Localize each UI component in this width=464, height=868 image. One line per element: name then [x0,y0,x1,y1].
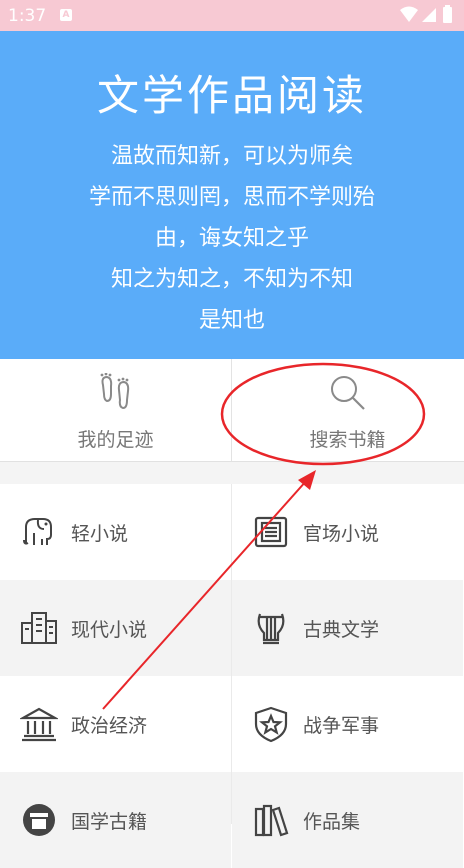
category-collected-works[interactable]: 作品集 [232,772,463,868]
category-label: 战争军事 [303,715,380,737]
document-frame-icon [254,516,288,548]
search-icon [330,376,365,410]
government-building-icon [20,707,58,742]
notification-icon: A [60,9,72,21]
lyre-icon [257,613,285,645]
header-quote-line-1: 温故而知新，可以为师矣 [110,144,353,169]
category-modern-novel[interactable]: 现代小说 [0,580,231,676]
books-icon [254,804,289,837]
header-quote-line-2: 学而不思则罔，思而不学则殆 [88,185,375,210]
star-shield-icon [254,706,288,743]
category-label: 现代小说 [71,619,148,641]
category-label: 轻小说 [71,523,129,545]
scholar-icon [23,804,55,836]
grid-divider [231,484,232,824]
page-title: 文学作品阅读 [96,71,367,120]
category-light-novel[interactable]: 轻小说 [0,484,231,580]
search-books-label: 搜索书籍 [309,429,386,451]
category-officialdom-novel[interactable]: 官场小说 [232,484,463,580]
footprints-icon [100,373,129,410]
category-label: 古典文学 [303,619,380,641]
category-war-military[interactable]: 战争军事 [232,676,463,772]
my-footprints-button[interactable]: 我的足迹 [0,359,231,461]
my-footprints-label: 我的足迹 [77,429,154,451]
category-label: 作品集 [303,811,361,833]
category-label: 国学古籍 [71,811,148,833]
header-quote-line-3: 由，诲女知之乎 [154,226,309,251]
header-quote-line-5: 是知也 [198,308,265,333]
header-banner: 文学作品阅读 温故而知新，可以为师矣 学而不思则罔，思而不学则殆 由，诲女知之乎… [0,31,464,359]
category-label: 政治经济 [71,715,148,737]
status-bar: 1:37 A [0,0,464,31]
category-politics-economy[interactable]: 政治经济 [0,676,231,772]
header-quote-line-4: 知之为知之，不知为不知 [110,267,353,292]
section-gap [0,462,464,484]
search-books-button[interactable]: 搜索书籍 [232,359,463,461]
category-label: 官场小说 [303,523,380,545]
signal-icon [422,8,436,22]
status-icons [400,5,452,23]
category-classical-literature[interactable]: 古典文学 [232,580,463,676]
wifi-icon [400,6,418,22]
battery-icon [443,7,452,23]
elephant-icon [23,518,52,545]
status-time: 1:37 [8,6,47,26]
buildings-icon [21,612,57,644]
category-chinese-classics[interactable]: 国学古籍 [0,772,231,868]
